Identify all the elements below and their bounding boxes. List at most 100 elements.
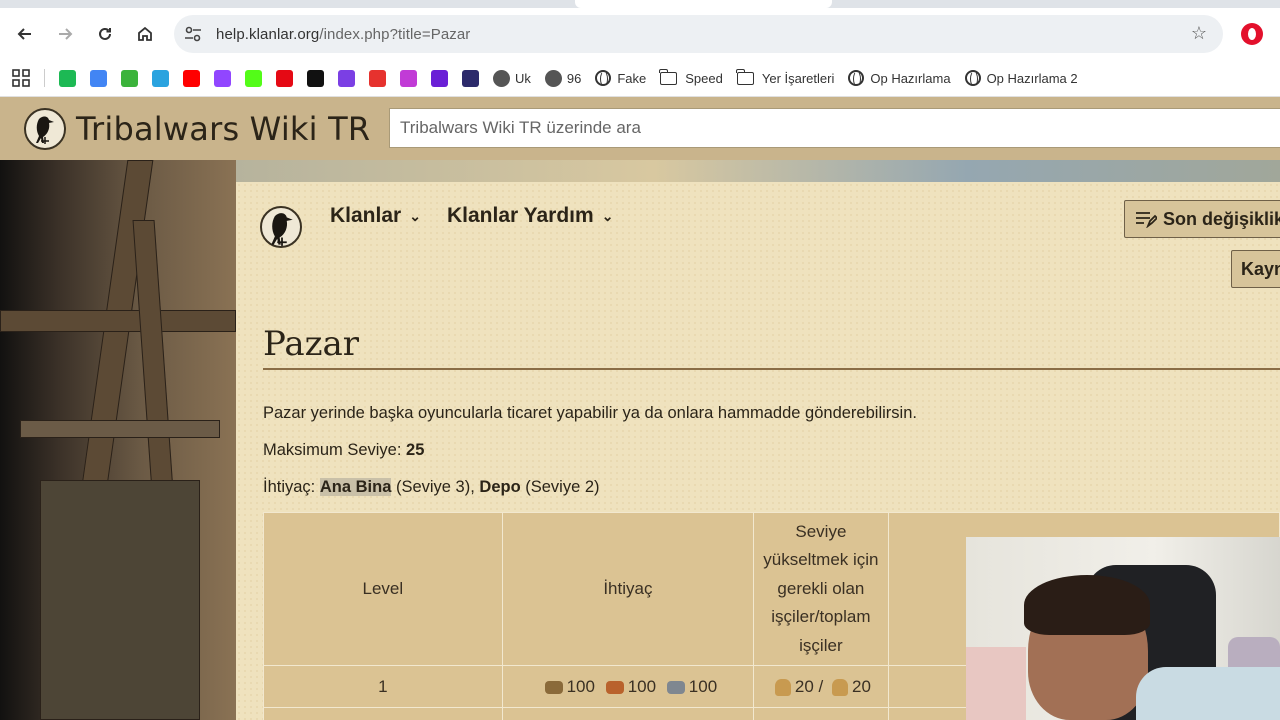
cell-cost: 100 100 100 — [501, 665, 755, 708]
tribalwars-icon — [544, 69, 562, 87]
bookmark-item[interactable]: Yer İşaretleri — [735, 68, 835, 86]
stone-wall — [40, 480, 200, 720]
purple-app-icon — [338, 69, 355, 87]
bookmark-item[interactable] — [307, 69, 324, 87]
bookmark-item[interactable]: Op Hazırlama 2 — [964, 70, 1078, 87]
menu-klanlar-label: Klanlar — [330, 204, 402, 227]
bookmark-label: Op Hazırlama 2 — [986, 70, 1078, 86]
bookmark-item[interactable] — [462, 69, 479, 87]
bookmark-label: Yer İşaretleri — [761, 70, 835, 86]
opera-icon[interactable] — [1241, 23, 1263, 45]
recent-changes-label: Son değişiklik — [1163, 208, 1280, 229]
bookmark-item[interactable] — [245, 69, 262, 87]
netflix-icon — [276, 69, 293, 87]
raven-logo-icon[interactable] — [24, 108, 66, 150]
arrow-left-icon — [17, 28, 31, 40]
title-divider — [263, 368, 1280, 370]
workers-needed: 20 — [794, 676, 814, 696]
bookmark-label: Speed — [685, 70, 723, 86]
bookmarks-bar: Uk 96 Fake Speed Yer İşaretleri Op Hazırlama O… — [0, 60, 1280, 97]
background-sky — [236, 160, 1280, 182]
site-title[interactable]: Tribalwars Wiki TR — [76, 110, 370, 148]
folder-icon — [659, 68, 678, 85]
chevron-down-icon: ⌄ — [409, 207, 421, 224]
address-bar[interactable]: help.klanlar.org/index.php?title=Pazar ☆ — [174, 15, 1223, 53]
max-level-label: Maksimum Seviye: — [263, 441, 407, 459]
webcam-bed — [966, 647, 1026, 720]
bookmark-item[interactable] — [214, 69, 231, 87]
bookmark-item[interactable]: Fake — [595, 70, 647, 87]
tribalwars-icon — [493, 69, 510, 87]
raven-logo-small-icon[interactable] — [260, 206, 302, 248]
workers-total: 20 — [851, 676, 871, 696]
c-app-icon — [400, 69, 417, 87]
intro-text: Pazar yerinde başka oyuncularla ticaret … — [263, 404, 917, 422]
requirement-depo-level: (Seviye 2) — [520, 478, 600, 496]
cost-iron: 100 — [688, 676, 718, 696]
bookmark-item[interactable] — [183, 69, 200, 87]
arrow-right-icon — [59, 28, 73, 40]
population-icon — [831, 678, 848, 696]
bookmark-label: 96 — [566, 70, 582, 86]
recent-changes-button[interactable]: Son değişiklik — [1124, 200, 1280, 238]
notion-icon — [307, 69, 324, 87]
wiki-header: Tribalwars Wiki TR — [0, 97, 1280, 160]
apps-grid-button[interactable] — [12, 69, 30, 87]
requirements-label: İhtiyaç: — [263, 478, 320, 496]
max-level-value: 25 — [406, 441, 425, 459]
bookmark-item[interactable]: Uk — [493, 69, 531, 87]
site-settings-icon[interactable] — [182, 26, 204, 42]
chevron-down-icon: ⌄ — [601, 207, 614, 224]
url-path: /index.php?title=Pazar — [319, 25, 471, 43]
requirement-ana-bina[interactable]: Ana Bina — [319, 478, 392, 496]
source-button[interactable]: Kayn — [1231, 250, 1280, 288]
crown-icon — [462, 69, 479, 87]
scaffold-beam — [0, 310, 236, 332]
browser-toolbar: help.klanlar.org/index.php?title=Pazar ☆ — [0, 8, 1280, 60]
back-button[interactable] — [10, 19, 40, 49]
bookmark-item[interactable] — [152, 69, 169, 87]
iron-icon — [666, 680, 685, 694]
bookmark-item[interactable]: Op Hazırlama — [848, 70, 951, 87]
bookmark-item[interactable] — [431, 69, 448, 87]
requirement-ana-bina-name: Ana Bina — [319, 478, 392, 496]
reload-button[interactable] — [90, 19, 120, 49]
bookmark-item[interactable] — [369, 69, 386, 87]
bookmark-star-icon[interactable]: ☆ — [1191, 23, 1207, 44]
url-text: help.klanlar.org/index.php?title=Pazar — [216, 26, 470, 43]
max-level-line: Maksimum Seviye: 25 — [263, 441, 424, 460]
bookmark-list: Uk 96 Fake Speed Yer İşaretleri Op Hazırlama O… — [59, 68, 1092, 87]
wiki-search-input[interactable] — [389, 108, 1280, 148]
header-level: Level — [263, 512, 503, 666]
bookmark-item[interactable] — [400, 69, 417, 87]
bookmark-item[interactable] — [338, 69, 355, 87]
scaffold-beam — [20, 420, 220, 438]
globe-icon — [964, 70, 981, 87]
forward-button[interactable] — [50, 19, 80, 49]
header-workers: Seviye yükseltmek için gerekli olan işçi… — [753, 512, 889, 666]
bookmark-item[interactable] — [121, 69, 138, 87]
menu-klanlar-yardim[interactable]: Klanlar Yardım ⌄ — [447, 204, 613, 228]
menu-klanlar[interactable]: Klanlar ⌄ — [330, 204, 421, 228]
search-field[interactable] — [400, 118, 1280, 138]
youtube-icon — [183, 69, 200, 87]
globe-icon — [848, 70, 865, 87]
bookmark-item[interactable] — [276, 69, 293, 87]
apps-grid-icon — [12, 69, 30, 87]
active-tab[interactable] — [575, 0, 832, 8]
page-title: Pazar — [263, 324, 360, 364]
bookmark-item[interactable]: Speed — [659, 68, 723, 86]
requirements-line: İhtiyaç: Ana Bina (Seviye 3), Depo (Sevi… — [263, 478, 600, 497]
requirement-ana-bina-level: (Seviye 3), — [391, 478, 480, 496]
list-edit-icon — [1136, 212, 1157, 228]
bookmark-item[interactable] — [90, 69, 107, 87]
bookmark-item[interactable] — [59, 69, 76, 87]
bookmark-label: Fake — [617, 70, 647, 86]
requirement-depo-name[interactable]: Depo — [479, 478, 520, 496]
translate-icon — [90, 69, 107, 87]
webcam-person-shirt — [1136, 667, 1280, 720]
telegram-icon — [152, 69, 169, 87]
home-button[interactable] — [130, 19, 160, 49]
bookmark-item[interactable]: 96 — [544, 69, 582, 87]
background-scaffold-art — [0, 160, 236, 720]
